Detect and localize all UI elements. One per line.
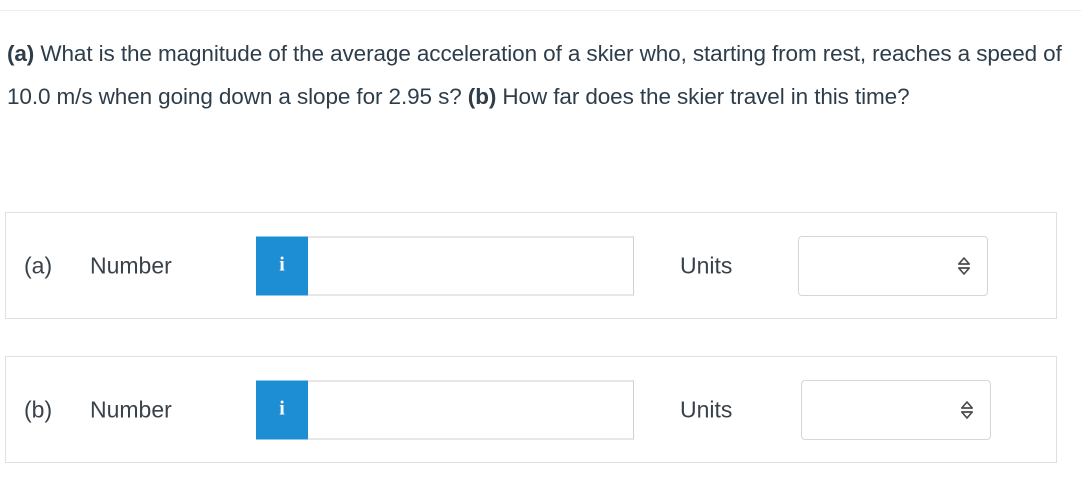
- chevron-up-down-icon: [957, 256, 971, 275]
- answer-row-b: (b) Number i Units: [5, 356, 1057, 463]
- units-select-b[interactable]: [801, 379, 991, 440]
- number-input-a[interactable]: [308, 236, 634, 295]
- number-input-b[interactable]: [308, 380, 634, 439]
- top-divider: [0, 10, 1081, 11]
- question-part-b-text: How far does the skier travel in this ti…: [496, 84, 910, 109]
- info-icon[interactable]: i: [256, 380, 308, 439]
- number-input-group-b: i: [256, 380, 634, 439]
- question-prompt: (a) What is the magnitude of the average…: [7, 32, 1067, 118]
- part-label-b: (b): [24, 396, 53, 422]
- number-input-group-a: i: [256, 236, 634, 295]
- info-icon[interactable]: i: [256, 236, 308, 295]
- units-label-b: Units: [680, 396, 733, 422]
- number-label-b: Number: [90, 396, 172, 422]
- units-select-a[interactable]: [798, 235, 988, 296]
- part-label-a: (a): [24, 252, 53, 278]
- units-label-a: Units: [680, 252, 733, 278]
- info-icon-glyph: i: [279, 397, 285, 420]
- question-part-b-tag: (b): [467, 84, 497, 109]
- answer-row-a: (a) Number i Units: [5, 212, 1057, 319]
- info-icon-glyph: i: [279, 253, 285, 276]
- number-label-a: Number: [90, 252, 172, 278]
- question-part-a-tag: (a): [7, 41, 35, 66]
- chevron-up-down-icon: [960, 400, 974, 419]
